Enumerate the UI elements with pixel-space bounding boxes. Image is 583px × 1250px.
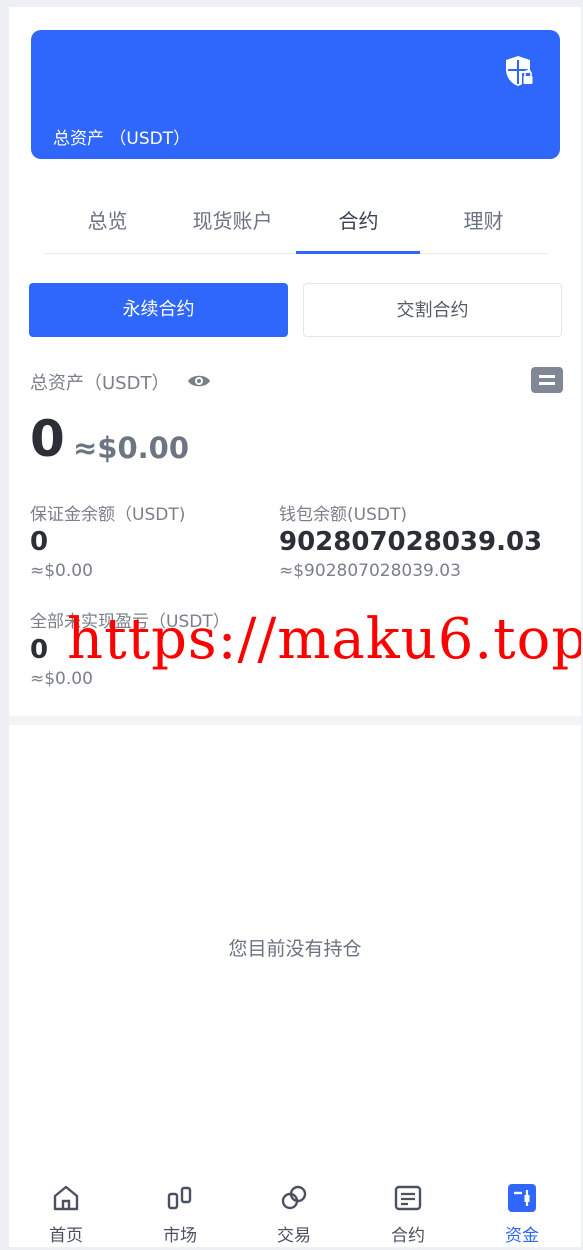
total-assets-label: 总资产（USDT）: [30, 373, 170, 394]
margin-balance-label: 保证金余额（USDT): [30, 505, 186, 525]
total-assets-value: 0: [30, 410, 65, 468]
nav-trade[interactable]: 交易: [237, 1171, 351, 1247]
account-tabs: 总览 现货账户 合约 理财: [45, 197, 547, 254]
tab-contract[interactable]: 合约: [296, 197, 421, 254]
eye-icon[interactable]: [187, 371, 211, 391]
nav-funds-label: 资金: [505, 1226, 539, 1246]
perpetual-contract-button[interactable]: 永续合约: [29, 283, 288, 337]
wallet-balance-approx: ≈$902807028039.03: [279, 561, 461, 581]
nav-market-label: 市场: [163, 1226, 197, 1246]
nav-funds[interactable]: 资金: [465, 1171, 579, 1247]
shield-lock-icon[interactable]: [504, 54, 536, 88]
nav-contract[interactable]: 合约: [351, 1171, 465, 1247]
margin-balance-value: 0: [30, 527, 49, 557]
market-icon: [167, 1186, 192, 1210]
active-tab-indicator: [296, 251, 420, 254]
page: 总资产 （USDT） 总览 现货账户 合约 理财 永续合约 交割合约 总资产（U…: [9, 7, 581, 1247]
nav-trade-label: 交易: [277, 1226, 311, 1246]
bottom-nav: 首页 市场 交易 合约 资金: [9, 1171, 581, 1247]
delivery-contract-button[interactable]: 交割合约: [303, 283, 562, 337]
wallet-balance-label: 钱包余额(USDT): [279, 505, 407, 525]
banner-label: 总资产 （USDT）: [53, 129, 191, 149]
trade-icon: [281, 1185, 307, 1210]
home-icon: [53, 1185, 79, 1211]
wallet-balance-value: 902807028039.03: [279, 527, 543, 557]
nav-home-label: 首页: [49, 1226, 83, 1246]
nav-market[interactable]: 市场: [123, 1171, 237, 1247]
nav-home[interactable]: 首页: [9, 1171, 123, 1247]
url-watermark: https://maku6.top/: [67, 607, 581, 672]
unrealized-pnl-approx: ≈$0.00: [30, 669, 93, 689]
tab-spot-account[interactable]: 现货账户: [170, 197, 295, 254]
total-assets-approx: ≈$0.00: [73, 431, 190, 465]
contract-icon: [394, 1185, 422, 1211]
records-menu-icon[interactable]: [531, 367, 563, 393]
empty-positions-text: 您目前没有持仓: [228, 938, 362, 960]
section-divider: [9, 716, 581, 725]
margin-balance-approx: ≈$0.00: [30, 561, 93, 581]
funds-icon: [508, 1184, 536, 1212]
nav-contract-label: 合约: [391, 1226, 425, 1246]
tab-finance[interactable]: 理财: [421, 197, 546, 254]
asset-banner: 总资产 （USDT）: [31, 30, 560, 159]
unrealized-pnl-value: 0: [30, 635, 49, 665]
tab-overview[interactable]: 总览: [45, 197, 170, 254]
